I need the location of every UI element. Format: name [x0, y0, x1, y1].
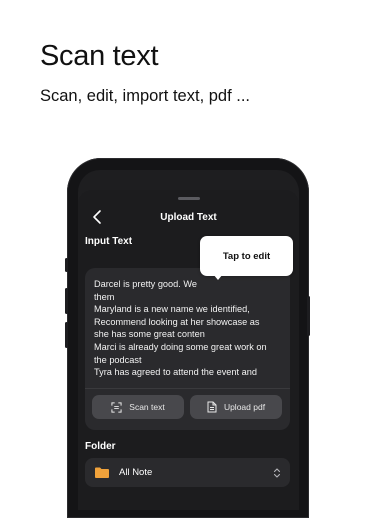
scan-text-label: Scan text: [129, 402, 165, 412]
sheet-grabber[interactable]: [177, 197, 200, 200]
folder-select[interactable]: All Note: [85, 458, 290, 487]
phone-side-button: [65, 322, 68, 348]
chevron-up-down-icon: [273, 467, 281, 478]
folder-label: Folder: [85, 441, 116, 452]
input-text-area[interactable]: Darcel is pretty good. We them Maryland …: [94, 278, 280, 380]
phone-side-button: [307, 296, 310, 336]
tooltip-arrow: [213, 274, 223, 280]
folder-icon: [95, 467, 109, 478]
hero-subtitle: Scan, edit, import text, pdf ...: [40, 87, 251, 105]
tap-to-edit-tooltip: Tap to edit: [200, 236, 293, 276]
input-card-divider: [85, 388, 290, 389]
folder-selected-value: All Note: [119, 467, 153, 478]
input-text-card: Darcel is pretty good. We them Maryland …: [85, 268, 290, 430]
document-icon: [207, 401, 217, 413]
scan-icon: [111, 401, 122, 413]
nav-bar: Upload Text: [78, 208, 299, 228]
phone-side-button: [65, 288, 68, 314]
scan-text-button[interactable]: Scan text: [92, 395, 184, 419]
nav-title: Upload Text: [160, 212, 217, 223]
phone-side-button: [65, 258, 68, 272]
hero-title: Scan text: [40, 40, 159, 72]
upload-pdf-label: Upload pdf: [223, 402, 266, 412]
phone-screen: Upload Text Input Text Darcel is pretty …: [78, 170, 299, 510]
input-text-label: Input Text: [85, 236, 133, 247]
upload-pdf-button[interactable]: Upload pdf: [190, 395, 282, 419]
